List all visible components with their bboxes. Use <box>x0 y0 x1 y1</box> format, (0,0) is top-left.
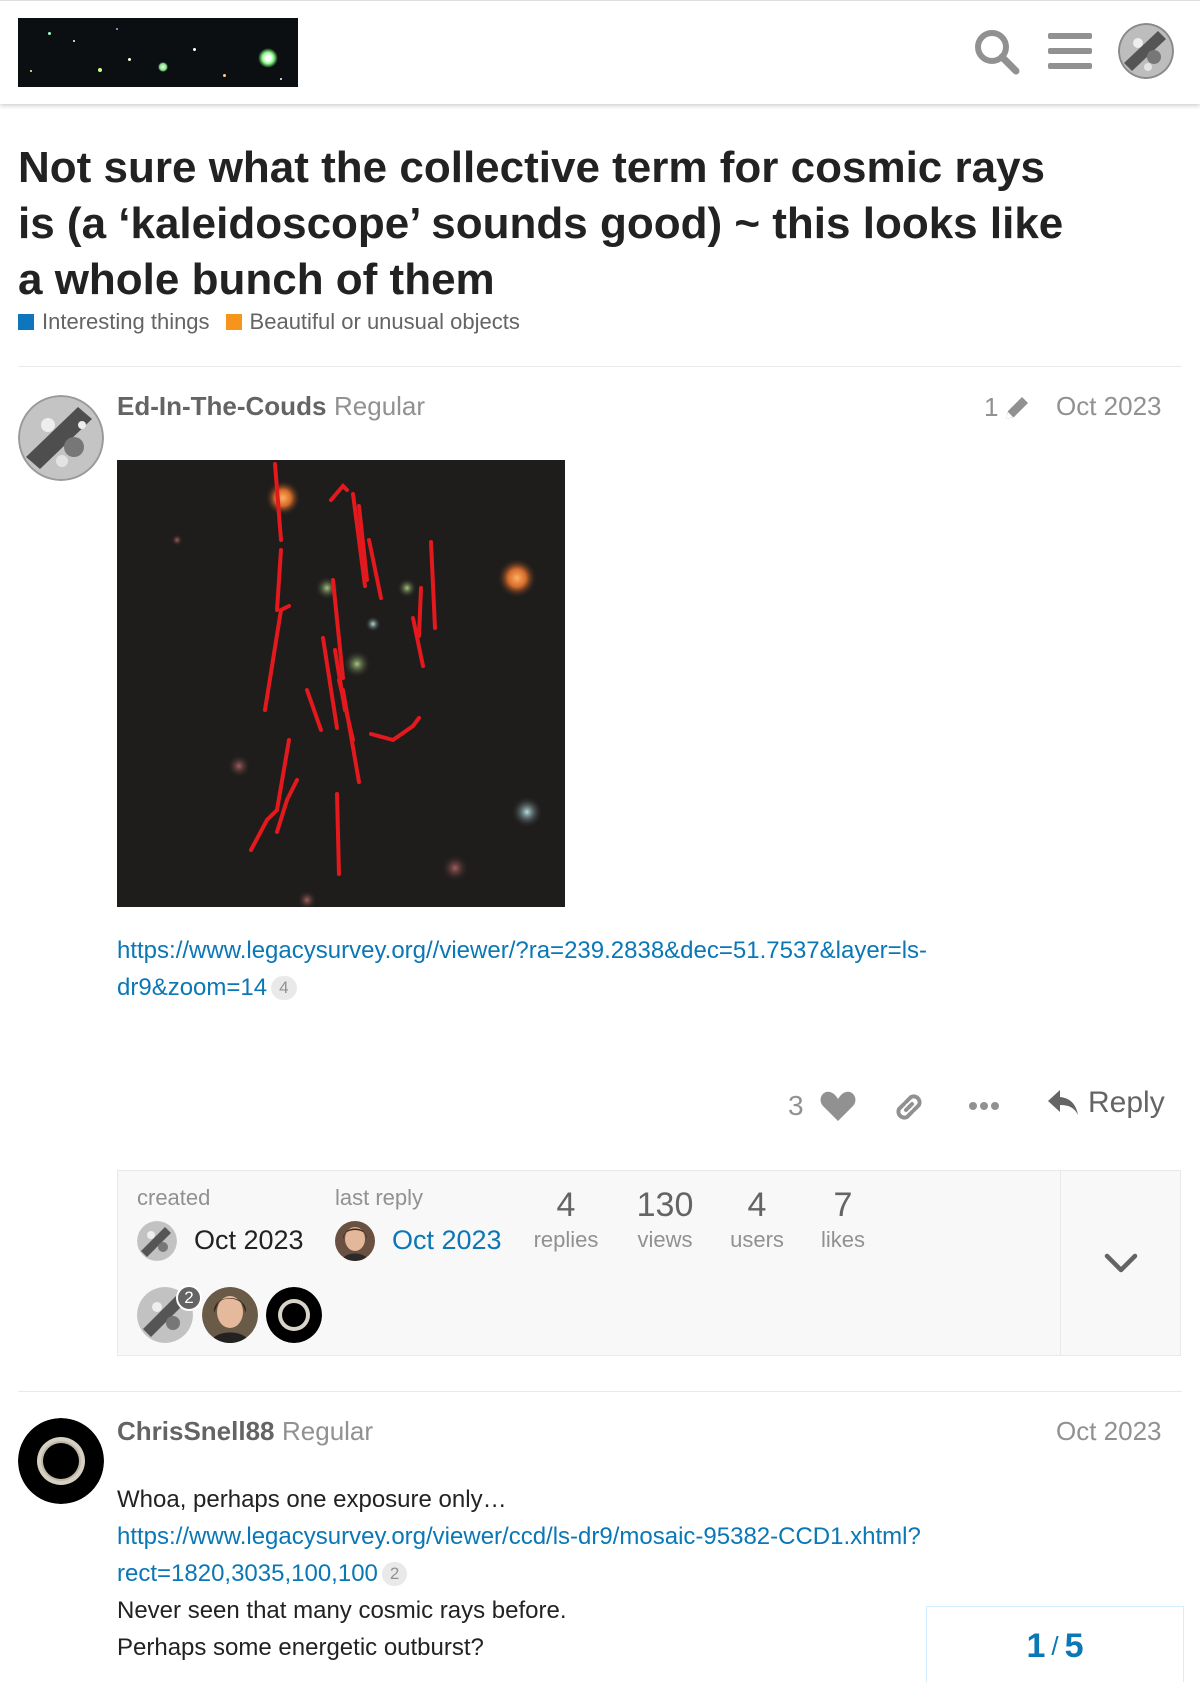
stat-label: likes <box>820 1227 865 1252</box>
participant-post-count-badge: 2 <box>176 1285 202 1311</box>
link-click-count: 2 <box>381 1562 408 1586</box>
post-date[interactable]: Oct 2023 <box>1056 1416 1162 1447</box>
progress-separator: / <box>1051 1631 1059 1661</box>
site-header <box>0 0 1200 104</box>
link-line: https://www.legacysurvey.org//viewer/?ra… <box>117 937 928 964</box>
stat-replies: 4 replies <box>511 1185 621 1255</box>
post-user-title: Regular <box>334 391 426 421</box>
heart-icon[interactable] <box>820 1090 856 1122</box>
category-label: Interesting things <box>42 309 210 334</box>
last-reply-avatar[interactable] <box>335 1221 375 1261</box>
link-line: https://www.legacysurvey.org/viewer/ccd/… <box>117 1523 921 1550</box>
topic-title[interactable]: Not sure what the collective term for co… <box>18 140 1078 308</box>
topic-categories: Interesting things Beautiful or unusual … <box>18 309 520 335</box>
post-body: https://www.legacysurvey.org//viewer/?ra… <box>117 932 1037 1006</box>
created-label: created <box>137 1185 211 1210</box>
topic-progress-indicator[interactable]: 1 / 5 <box>926 1606 1184 1682</box>
hamburger-menu-icon[interactable] <box>1046 27 1094 75</box>
edit-count: 1 <box>984 392 999 422</box>
post-actions: 3 Reply <box>780 1082 1180 1132</box>
divider <box>18 366 1182 367</box>
topic-map: created Oct 2023 last reply Oct 2023 4 r… <box>117 1170 1181 1356</box>
last-reply-label: last reply <box>335 1185 424 1210</box>
post-user-title: Regular <box>282 1416 374 1446</box>
post-username[interactable]: ChrisSnell88 <box>117 1416 275 1447</box>
more-options-icon[interactable] <box>968 1092 1000 1120</box>
stat-value: 4 <box>556 1186 576 1224</box>
participant-avatar[interactable] <box>266 1287 322 1343</box>
stat-value: 7 <box>833 1186 853 1224</box>
post-author-avatar[interactable] <box>18 1418 104 1504</box>
post-body: Whoa, perhaps one exposure only… https:/… <box>117 1481 1037 1666</box>
reply-label: Reply <box>1088 1086 1165 1119</box>
link-click-count: 4 <box>271 976 297 1000</box>
search-icon[interactable] <box>972 27 1020 75</box>
like-count[interactable]: 3 <box>788 1090 804 1122</box>
post-image-cosmic-rays[interactable] <box>117 460 565 907</box>
post-username[interactable]: Ed-In-The-Couds <box>117 391 326 422</box>
expand-topic-map-button[interactable] <box>1060 1171 1180 1355</box>
pencil-icon <box>1006 396 1029 419</box>
participant-avatar[interactable] <box>202 1287 258 1343</box>
category-interesting-things[interactable]: Interesting things <box>18 309 210 335</box>
last-reply-date[interactable]: Oct 2023 <box>392 1225 502 1256</box>
reply-button[interactable]: Reply <box>1046 1086 1165 1120</box>
category-color-swatch <box>225 314 242 330</box>
stat-likes: 7 likes <box>788 1185 898 1255</box>
link-icon[interactable] <box>892 1090 926 1124</box>
progress-current: 1 <box>1026 1627 1046 1665</box>
reply-icon <box>1048 1090 1078 1115</box>
site-logo[interactable] <box>18 18 298 87</box>
post-link[interactable]: https://www.legacysurvey.org/viewer/ccd/… <box>117 1523 921 1587</box>
post-date[interactable]: Oct 2023 <box>1056 391 1162 422</box>
link-line: rect=1820,3035,100,100 <box>117 1560 378 1587</box>
post-link[interactable]: https://www.legacysurvey.org//viewer/?ra… <box>117 937 927 1001</box>
progress-total: 5 <box>1064 1627 1084 1665</box>
link-line: dr9&zoom=14 <box>117 974 268 1001</box>
stat-label: replies <box>533 1227 599 1252</box>
post-text: Whoa, perhaps one exposure only… <box>117 1486 507 1513</box>
post-edit-history[interactable]: 1 <box>984 392 1032 423</box>
current-user-avatar[interactable] <box>1118 23 1174 79</box>
created-date: Oct 2023 <box>194 1225 304 1255</box>
creator-avatar[interactable] <box>137 1221 177 1261</box>
category-color-swatch <box>18 314 34 330</box>
chevron-down-icon <box>1104 1253 1137 1273</box>
category-label: Beautiful or unusual objects <box>249 309 520 334</box>
post-text: Never seen that many cosmic rays before. <box>117 1597 567 1624</box>
divider <box>18 1391 1182 1392</box>
post-author-avatar[interactable] <box>18 395 104 481</box>
category-beautiful-objects[interactable]: Beautiful or unusual objects <box>225 309 520 335</box>
post-text: Perhaps some energetic outburst? <box>117 1634 484 1661</box>
